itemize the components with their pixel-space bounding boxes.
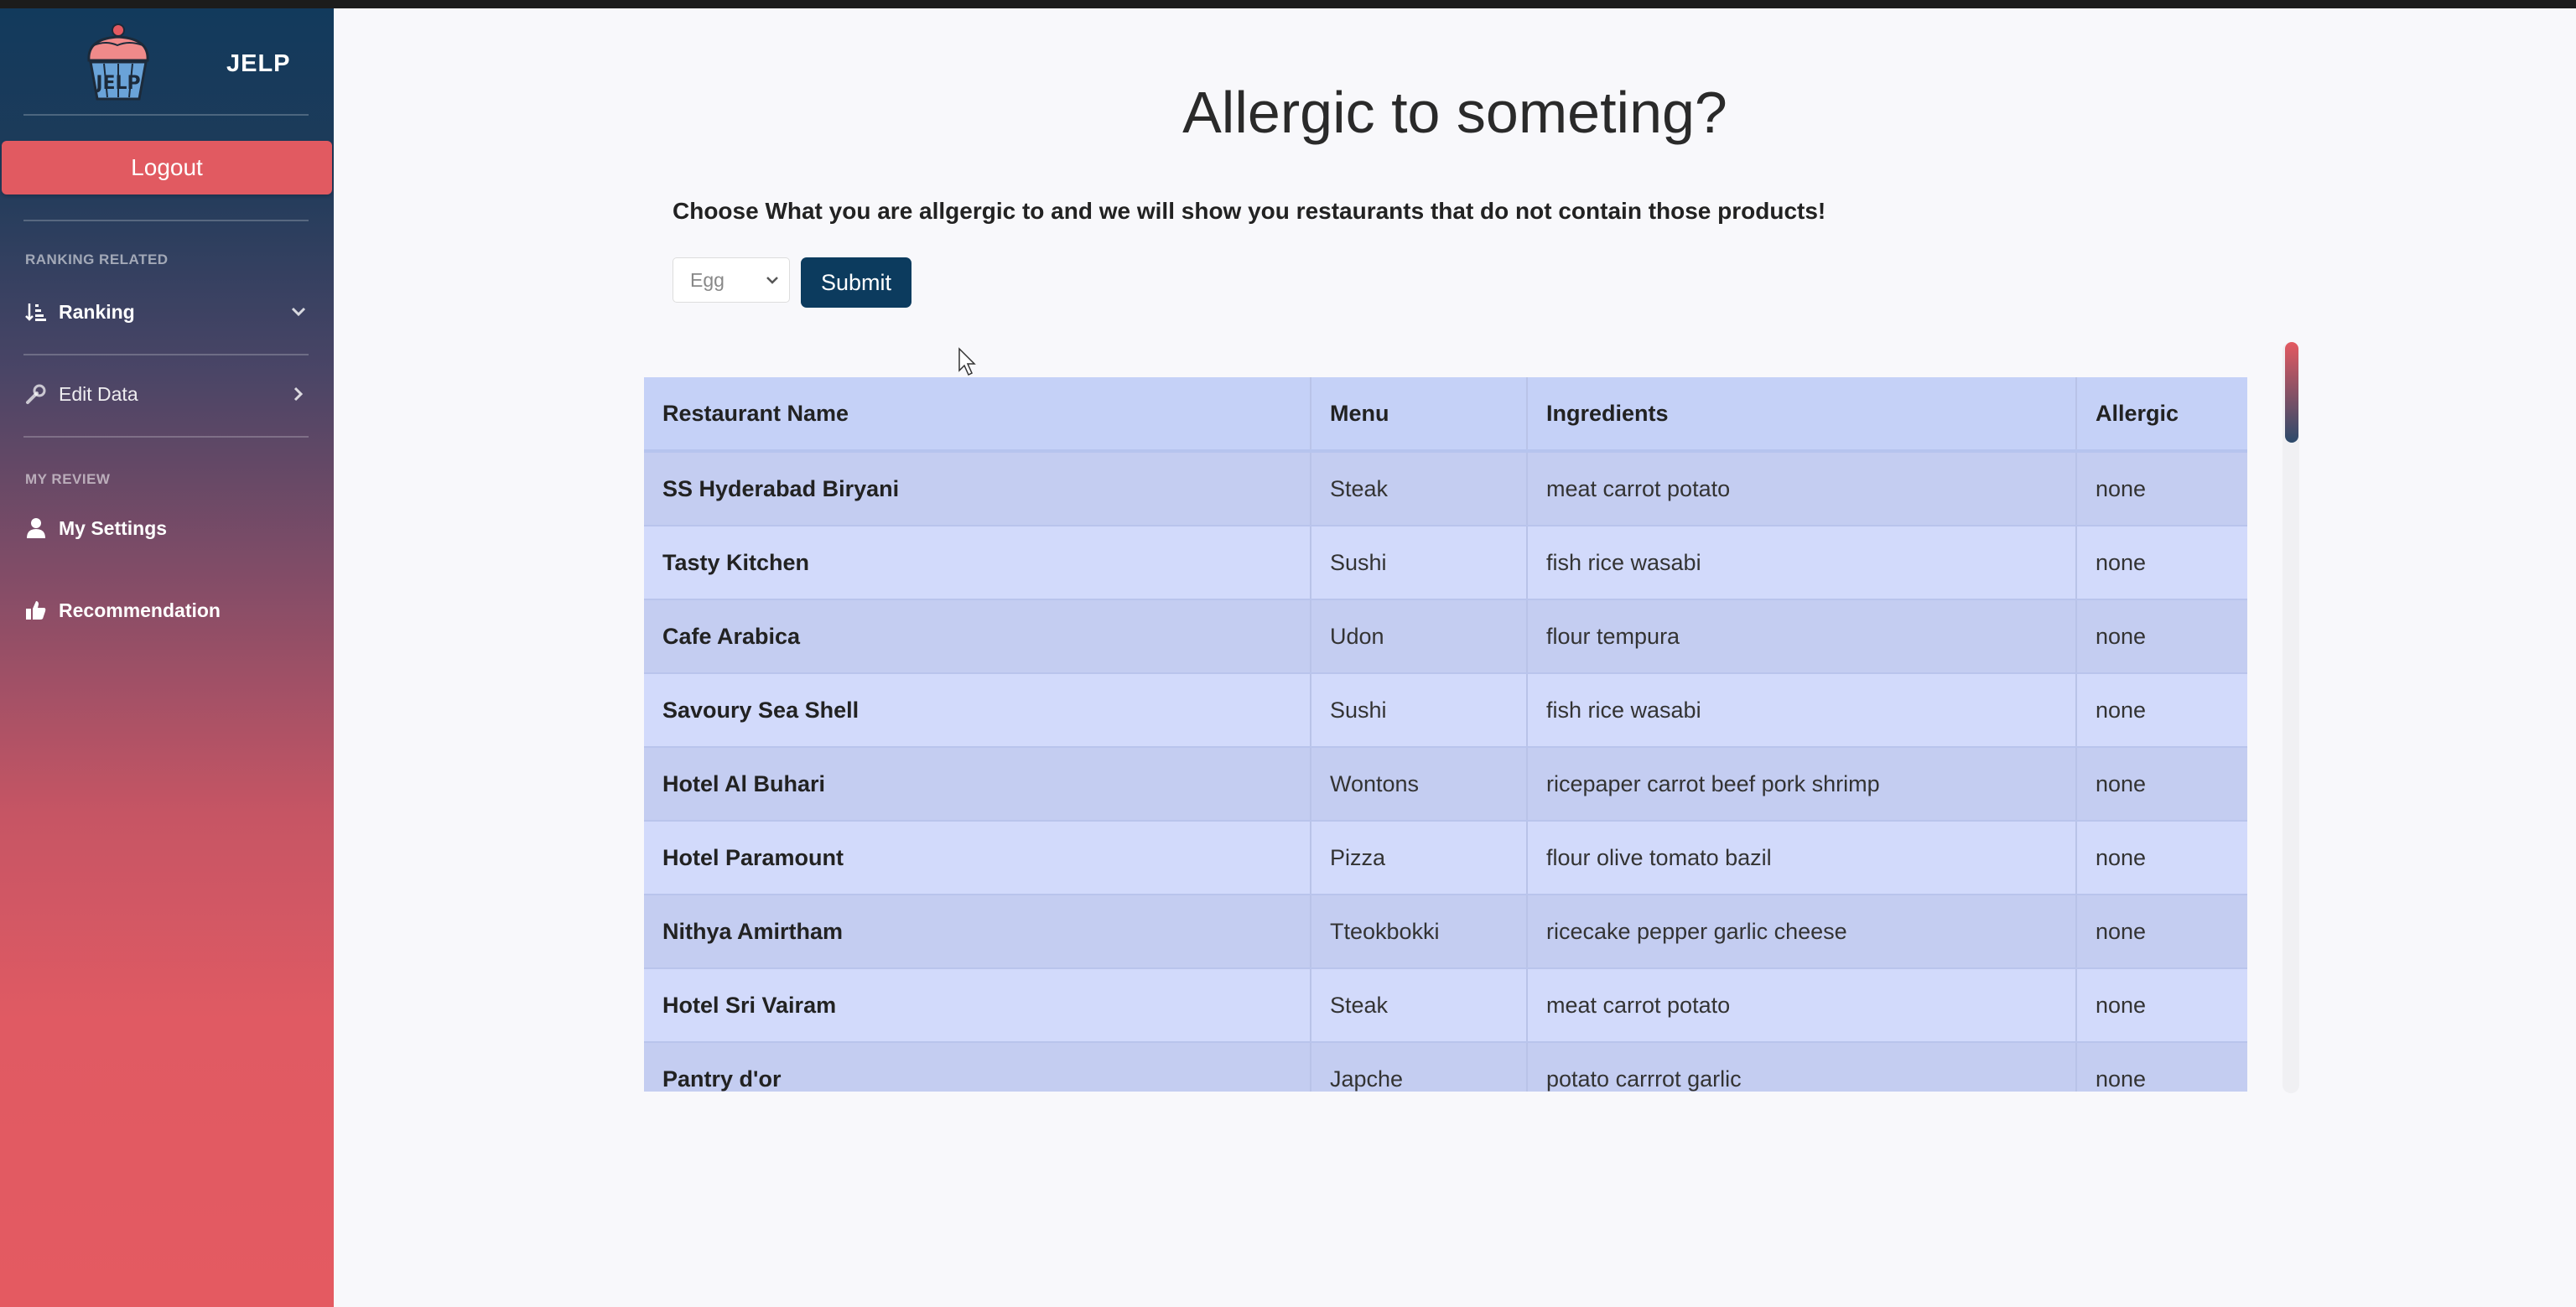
cupcake-logo-icon[interactable]: JELP [80,20,156,104]
cell-allergic: none [2076,599,2247,674]
cell-allergic: none [2076,526,2247,600]
table-row[interactable]: Nithya Amirtham Tteokbokki ricecake pepp… [644,895,2247,969]
sidebar-divider [23,114,309,116]
column-header-allergic: Allergic [2076,377,2247,453]
cell-menu: Steak [1311,968,1528,1043]
sidebar-divider [23,436,309,438]
cell-menu: Udon [1311,599,1528,674]
thumbs-up-icon [23,598,49,623]
cell-menu: Sushi [1311,673,1528,748]
sidebar-divider [23,354,309,355]
mouse-cursor-icon [958,347,976,376]
table-scrollbar-track[interactable] [2283,342,2299,1093]
cell-restaurant-name: Nithya Amirtham [644,895,1311,969]
cell-restaurant-name: Hotel Al Buhari [644,747,1311,822]
cell-allergic: none [2076,968,2247,1043]
cell-ingredients: ricecake pepper garlic cheese [1527,895,2077,969]
cell-allergic: none [2076,747,2247,822]
sort-amount-icon [23,299,49,324]
brand-name: JELP [226,50,291,77]
table-row[interactable]: Hotel Sri Vairam Steak meat carrot potat… [644,968,2247,1043]
window-top-bar [0,0,2576,8]
brand: JELP JELP [0,8,334,114]
logout-button[interactable]: Logout [2,141,332,194]
submit-button[interactable]: Submit [801,257,911,308]
column-header-menu: Menu [1311,377,1528,453]
chevron-down-icon [766,277,778,284]
restaurant-table: Restaurant Name Menu Ingredients Allergi… [644,377,2247,1092]
sidebar-item-recommendation[interactable]: Recommendation [23,587,312,634]
cell-menu: Sushi [1311,526,1528,600]
table-row[interactable]: Hotel Al Buhari Wontons ricepaper carrot… [644,747,2247,822]
sidebar-item-label: My Settings [59,516,168,539]
cell-allergic: none [2076,1042,2247,1092]
cell-ingredients: flour tempura [1527,599,2077,674]
sidebar-item-ranking[interactable]: Ranking [23,288,312,335]
sidebar-item-label: Recommendation [59,599,221,621]
column-header-ingredients: Ingredients [1527,377,2077,453]
cell-restaurant-name: Tasty Kitchen [644,526,1311,600]
cell-ingredients: flour olive tomato bazil [1527,821,2077,895]
table-row[interactable]: Pantry d'or Japche potato carrrot garlic… [644,1042,2247,1092]
page-subtitle: Choose What you are allgergic to and we … [673,198,1826,224]
sidebar-divider [23,220,309,221]
cell-ingredients: meat carrot potato [1527,968,2077,1043]
cell-ingredients: potato carrrot garlic [1527,1042,2077,1092]
cell-menu: Wontons [1311,747,1528,822]
cell-allergic: none [2076,451,2247,526]
main-content: Allergic to someting? Choose What you ar… [334,8,2576,1307]
chevron-right-icon[interactable] [285,381,312,407]
column-header-restaurant-name: Restaurant Name [644,377,1311,453]
cell-allergic: none [2076,895,2247,969]
cell-allergic: none [2076,821,2247,895]
cell-ingredients: fish rice wasabi [1527,673,2077,748]
table-scrollbar-thumb[interactable] [2285,342,2298,443]
sidebar-item-edit-data[interactable]: Edit Data [23,371,312,418]
user-icon [23,516,49,541]
table-row[interactable]: Savoury Sea Shell Sushi fish rice wasabi… [644,673,2247,748]
sidebar: JELP JELP Logout RANKING RELATED Ranking… [0,8,334,1307]
section-label-ranking: RANKING RELATED [25,252,169,267]
cell-restaurant-name: Cafe Arabica [644,599,1311,674]
sidebar-item-my-settings[interactable]: My Settings [23,505,312,552]
cell-restaurant-name: Hotel Sri Vairam [644,968,1311,1043]
table-header-row: Restaurant Name Menu Ingredients Allergi… [644,377,2247,453]
sidebar-item-label: Edit Data [59,382,138,405]
table-row[interactable]: Cafe Arabica Udon flour tempura none [644,599,2247,674]
cell-menu: Tteokbokki [1311,895,1528,969]
cell-restaurant-name: Hotel Paramount [644,821,1311,895]
table-row[interactable]: SS Hyderabad Biryani Steak meat carrot p… [644,451,2247,526]
cell-menu: Japche [1311,1042,1528,1092]
chevron-down-icon[interactable] [285,298,312,325]
section-label-review: MY REVIEW [25,471,111,487]
allergen-select[interactable]: Egg [673,257,790,303]
cell-menu: Pizza [1311,821,1528,895]
cell-restaurant-name: Pantry d'or [644,1042,1311,1092]
svg-text:JELP: JELP [94,73,140,94]
cell-ingredients: fish rice wasabi [1527,526,2077,600]
cell-menu: Steak [1311,451,1528,526]
cell-allergic: none [2076,673,2247,748]
cell-restaurant-name: Savoury Sea Shell [644,673,1311,748]
allergen-select-value: Egg [690,268,724,291]
cell-restaurant-name: SS Hyderabad Biryani [644,451,1311,526]
wrench-icon [23,381,49,407]
table-row[interactable]: Tasty Kitchen Sushi fish rice wasabi non… [644,526,2247,600]
cell-ingredients: ricepaper carrot beef pork shrimp [1527,747,2077,822]
page-title: Allergic to someting? [1182,80,1727,145]
table-row[interactable]: Hotel Paramount Pizza flour olive tomato… [644,821,2247,895]
cell-ingredients: meat carrot potato [1527,451,2077,526]
sidebar-item-label: Ranking [59,300,135,323]
